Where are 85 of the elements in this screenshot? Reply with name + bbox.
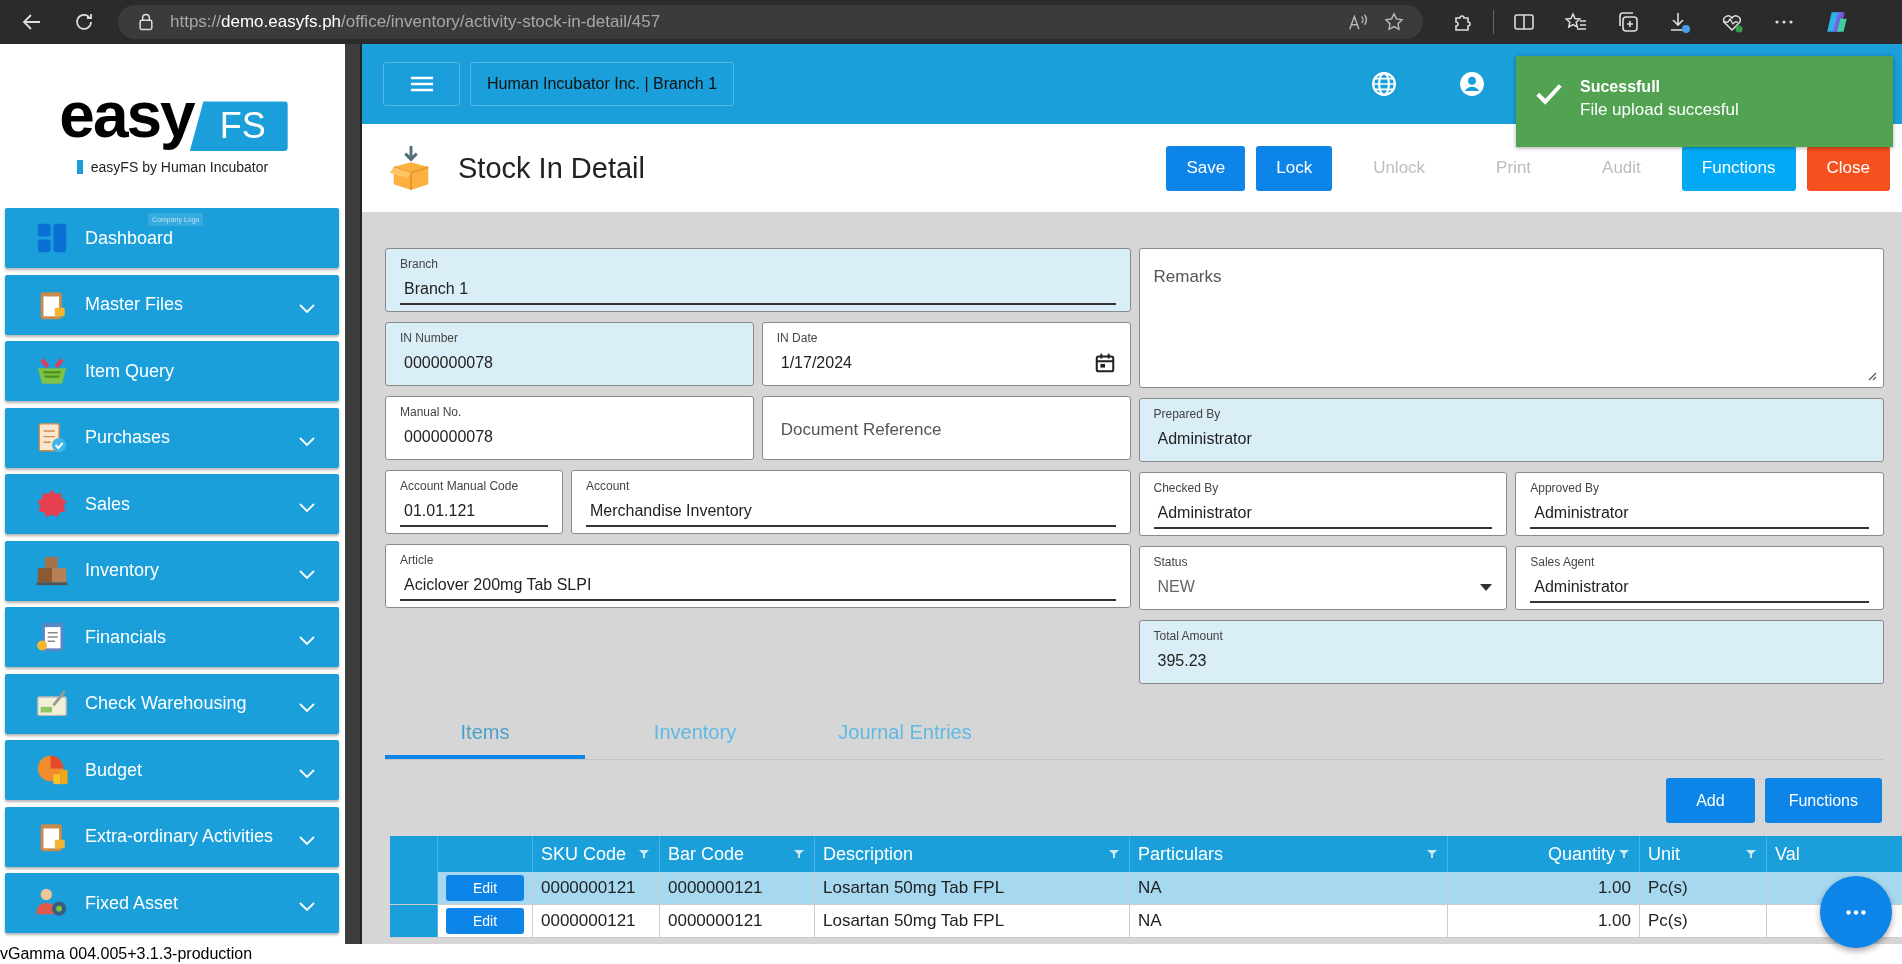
sidebar-item[interactable]: Fixed Asset: [5, 873, 339, 933]
field-input[interactable]: 0000000078: [400, 354, 739, 372]
toast-title: Sucessfull: [1580, 78, 1662, 96]
field-input[interactable]: Merchandise Inventory: [586, 502, 1116, 520]
edit-button[interactable]: Edit: [446, 875, 524, 901]
table-cell: Losartan 50mg Tab FPL: [823, 911, 1005, 931]
field-input[interactable]: Administrator: [1153, 430, 1869, 448]
table-cell: 0000000121: [541, 878, 636, 898]
toolbar-button[interactable]: Close: [1806, 145, 1890, 191]
field-input[interactable]: Administrator: [1530, 578, 1869, 596]
address-bar[interactable]: https://demo.easyfs.ph/office/inventory/activity-stock-in-detail/457: [118, 5, 1423, 39]
field-input[interactable]: NEW: [1153, 578, 1473, 596]
field-input[interactable]: 0000000078: [400, 428, 739, 446]
field-label: Status: [1153, 555, 1189, 569]
tab[interactable]: Items: [385, 709, 585, 759]
field-input[interactable]: Administrator: [1530, 504, 1869, 522]
field-input[interactable]: 395.23: [1153, 652, 1869, 670]
table-cell: 1.00: [1597, 911, 1631, 931]
table-cell: 1.00: [1597, 878, 1631, 898]
logo-tagline: easyFS by Human Incubator: [90, 159, 269, 176]
table-cell: NA: [1138, 878, 1162, 898]
toolbar-button[interactable]: Save: [1166, 145, 1246, 191]
text-field[interactable]: Account Merchandise Inventory: [571, 470, 1131, 534]
column-header[interactable]: Val: [1767, 836, 1839, 872]
field-label: Article: [400, 553, 435, 567]
text-field[interactable]: Approved By Administrator: [1515, 472, 1884, 536]
version-text: vGamma 004.005+3.1.3-production: [0, 945, 253, 962]
table-cell: Pc(s): [1648, 911, 1688, 931]
text-field[interactable]: Manual No. 0000000078: [385, 396, 754, 460]
table-cell: NA: [1138, 911, 1162, 931]
table-button[interactable]: Add: [1666, 778, 1755, 823]
field-input[interactable]: Branch 1: [400, 280, 1116, 298]
field-label: Checked By: [1153, 481, 1220, 495]
field-label: Approved By: [1530, 481, 1600, 495]
field-label: Branch: [400, 257, 440, 271]
field-input[interactable]: Administrator: [1153, 504, 1493, 522]
sidebar-item[interactable]: Financials: [5, 607, 339, 667]
field-label: Account: [586, 479, 631, 493]
field-label: Manual No.: [400, 405, 463, 419]
field-label: IN Date: [776, 331, 819, 345]
text-field[interactable]: Sales Agent Administrator: [1515, 546, 1884, 610]
page-title: Stock In Detail: [458, 151, 645, 185]
select-field[interactable]: Status NEW: [1138, 546, 1508, 610]
table-cell: 0000000121: [541, 911, 636, 931]
text-field[interactable]: Total Amount 395.23: [1138, 620, 1884, 684]
table-cell: Pc(s): [1648, 878, 1688, 898]
table-cell: 0000000121: [668, 911, 763, 931]
url-text: https://demo.easyfs.ph/office/inventory/activity-stock-in-detail/457: [170, 12, 661, 32]
company-selector[interactable]: Human Incubator Inc. | Branch 1: [470, 62, 735, 106]
field-label: IN Number: [400, 331, 459, 345]
field-label: Prepared By: [1153, 407, 1222, 421]
table-row[interactable]: Edit 0000000121 0000000121 Losartan 50mg Tab FPL NA 1.00 Pc(s): [390, 905, 1902, 938]
field-input[interactable]: Document Reference: [776, 421, 1116, 439]
sidebar-item[interactable]: Item Query: [5, 341, 339, 401]
text-field[interactable]: Account Manual Code 01.01.121: [385, 470, 563, 534]
text-field[interactable]: Document Reference: [761, 396, 1131, 460]
field-input[interactable]: 01.01.121: [400, 502, 548, 520]
sidebar-item[interactable]: Extra-ordinary Activities: [5, 806, 339, 867]
sidebar-item[interactable]: Sales: [5, 474, 339, 534]
textarea-field[interactable]: Remarks: [1138, 248, 1884, 388]
table-cell: 0000000121: [668, 878, 763, 898]
text-field[interactable]: IN Number 0000000078: [385, 322, 754, 386]
field-label: Sales Agent: [1530, 555, 1596, 569]
field-label: Total Amount: [1153, 629, 1224, 643]
edit-button[interactable]: Edit: [446, 908, 524, 934]
table-button[interactable]: Functions: [1764, 778, 1882, 823]
toolbar-button[interactable]: Lock: [1256, 145, 1333, 191]
table-cell: Losartan 50mg Tab FPL: [823, 878, 1005, 898]
sidebar-item[interactable]: Purchases: [5, 407, 339, 468]
toolbar-button[interactable]: Functions: [1681, 145, 1796, 191]
field-input[interactable]: 1/17/2024: [776, 354, 1086, 372]
sidebar-item[interactable]: Check Warehousing: [5, 673, 339, 734]
sidebar-item[interactable]: Master Files: [5, 274, 339, 335]
sidebar-item[interactable]: Inventory: [5, 540, 339, 601]
field-input[interactable]: Remarks: [1153, 261, 1869, 375]
table-row[interactable]: Edit 0000000121 0000000121 Losartan 50mg Tab FPL NA 1.00 Pc(s): [390, 872, 1902, 905]
text-field[interactable]: Branch Branch 1: [385, 248, 1131, 312]
text-field[interactable]: Checked By Administrator: [1138, 472, 1508, 536]
text-field[interactable]: Article Aciclover 200mg Tab SLPI: [385, 544, 1131, 608]
field-label: Account Manual Code: [400, 479, 520, 493]
text-field[interactable]: Prepared By Administrator: [1138, 398, 1884, 462]
date-field[interactable]: IN Date 1/17/2024: [761, 322, 1131, 386]
sidebar-item[interactable]: Budget: [5, 740, 339, 800]
toast-message: File upload succesful: [1580, 100, 1739, 120]
field-input[interactable]: Aciclover 200mg Tab SLPI: [400, 576, 1116, 594]
